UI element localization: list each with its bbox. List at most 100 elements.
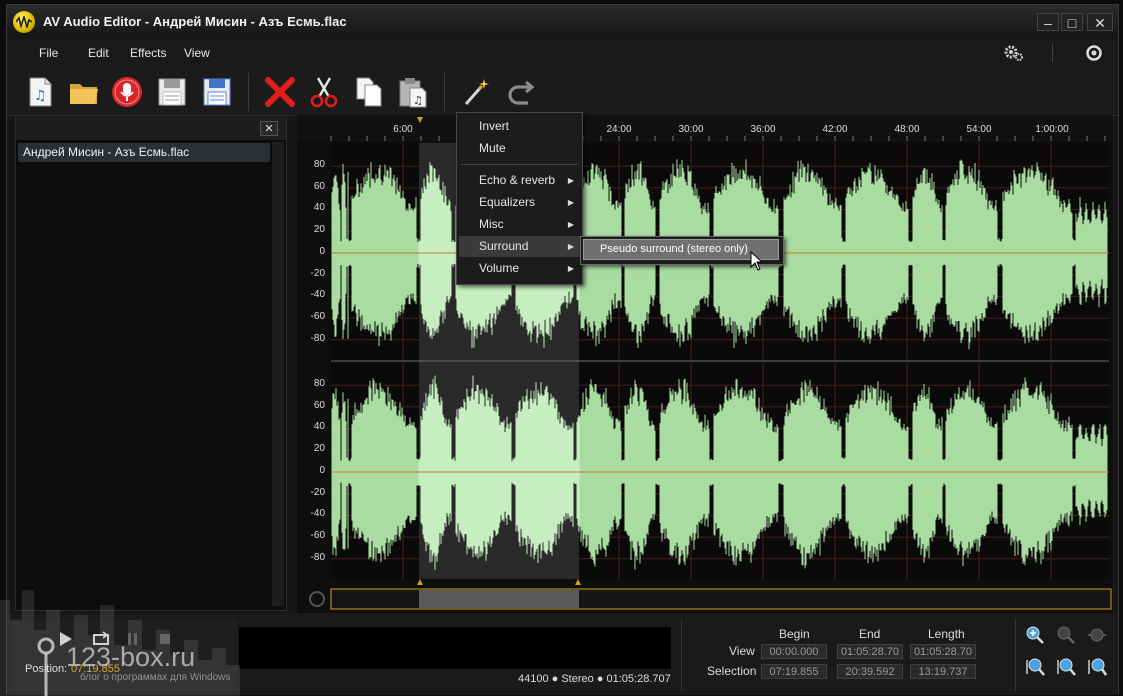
selection-start-marker (417, 117, 423, 123)
context-menu-item-label: Surround (479, 239, 529, 253)
context-menu-item-echo-reverb[interactable]: Echo & reverb ▶ (459, 170, 580, 191)
watermark-text: 123-box.ru (66, 642, 196, 672)
amplitude-label: 60 (313, 399, 325, 411)
open-folder-icon[interactable] (67, 75, 101, 109)
length-header: Length (928, 627, 965, 641)
file-list-scrollbar[interactable] (272, 142, 284, 606)
context-menu-item-label: Mute (479, 141, 506, 155)
overview-selection (419, 590, 579, 608)
amplitude-label: 0 (319, 245, 325, 257)
amplitude-label: 20 (313, 224, 325, 236)
amplitude-label: 80 (313, 378, 325, 389)
minimize-button[interactable]: – (1037, 13, 1059, 31)
cut-scissors-icon[interactable] (307, 75, 341, 109)
timeline-tick-label: 30:00 (678, 124, 704, 135)
menu-divider (1052, 44, 1053, 62)
context-menu-item-mute[interactable]: Mute (459, 138, 580, 159)
amplitude-label: -20 (310, 267, 325, 279)
waveform-canvas[interactable] (297, 115, 1112, 613)
level-meter-display (239, 627, 671, 669)
file-list-item[interactable]: Андрей Мисин - Азъ Есмь.flac (18, 143, 270, 162)
amplitude-label: 80 (313, 159, 325, 170)
timeline-tick-label: 36:00 (750, 124, 776, 135)
selection-end-field[interactable]: 20:39.592 (837, 664, 903, 679)
menu-bar: File Edit Effects View (7, 39, 1118, 67)
file-list-panel: ✕ Андрей Мисин - Азъ Есмь.flac (15, 115, 287, 611)
amplitude-label: 40 (313, 421, 325, 433)
record-microphone-icon[interactable] (110, 75, 144, 109)
toolbar-separator (444, 73, 445, 111)
amplitude-label: -60 (310, 529, 325, 541)
context-menu-item-label: Invert (479, 119, 510, 133)
context-menu-item-label: Equalizers (479, 195, 536, 209)
amplitude-label: 60 (313, 180, 325, 192)
timeline-tick-label: 54:00 (966, 124, 992, 135)
context-menu-item-surround[interactable]: Surround ▶ (459, 236, 580, 257)
amplitude-label: -20 (310, 486, 325, 498)
overview-target-icon (309, 591, 325, 607)
save-as-icon[interactable] (200, 75, 234, 109)
timeline-tick-label: 6:00 (393, 124, 413, 135)
context-menu-item-label: Echo & reverb (479, 173, 556, 187)
menu-file[interactable]: File (39, 46, 58, 60)
copy-icon[interactable] (352, 75, 386, 109)
file-list-header: ✕ (16, 116, 286, 140)
zoom-vertical-out-icon[interactable] (1087, 657, 1107, 677)
status-divider (681, 619, 682, 691)
amplitude-label: -40 (310, 289, 325, 301)
zoom-fit-icon[interactable] (1087, 625, 1107, 645)
mouse-cursor-icon (750, 251, 764, 271)
context-menu-item-misc[interactable]: Misc ▶ (459, 214, 580, 235)
zoom-out-icon[interactable] (1056, 625, 1076, 645)
amplitude-label: -60 (310, 310, 325, 322)
amplitude-label: -80 (310, 332, 325, 344)
submenu-arrow-icon: ▶ (567, 176, 574, 185)
view-length-field[interactable]: 01:05:28.70 (910, 644, 976, 659)
title-bar: AV Audio Editor - Андрей Мисин - Азъ Есм… (7, 5, 1118, 39)
menu-view[interactable]: View (184, 46, 210, 60)
settings-gear-icon[interactable] (1003, 44, 1025, 62)
paste-icon[interactable]: ♫ (396, 75, 430, 109)
view-end-field[interactable]: 01:05:28.70 (837, 644, 903, 659)
zoom-in-icon[interactable] (1025, 625, 1045, 645)
timeline-tick-label: 42:00 (822, 124, 848, 135)
effects-context-menu: Invert Mute Echo & reverb ▶ Equalizers ▶ Misc ▶… (456, 112, 583, 285)
save-disk-icon[interactable] (155, 75, 189, 109)
context-menu-item-label: Misc (479, 217, 504, 231)
context-menu-item-volume[interactable]: Volume ▶ (459, 258, 580, 279)
undo-arrow-icon[interactable] (504, 75, 538, 109)
menu-edit[interactable]: Edit (88, 46, 109, 60)
maximize-button[interactable]: □ (1061, 13, 1083, 31)
selection-start-marker (417, 579, 423, 585)
menu-separator (461, 164, 578, 165)
context-menu-item-label: Volume (479, 261, 520, 275)
help-lifebuoy-icon[interactable] (1086, 45, 1102, 61)
view-begin-field[interactable]: 00:00.000 (761, 644, 827, 659)
audio-format-info: 44100 ● Stereo ● 01:05:28.707 (518, 673, 671, 685)
waveform-area[interactable]: 6:0012:0018:0024:0030:0036:0042:0048:005… (297, 115, 1112, 613)
submenu-arrow-icon: ▶ (567, 264, 574, 273)
submenu-arrow-icon: ▶ (567, 220, 574, 229)
toolbar: ♫ ♫ (7, 67, 1118, 116)
view-row-label: View (729, 644, 755, 658)
close-window-button[interactable]: ✕ (1087, 13, 1113, 31)
amplitude-label: 0 (319, 464, 325, 476)
close-panel-button[interactable]: ✕ (260, 121, 278, 136)
context-menu-item-equalizers[interactable]: Equalizers ▶ (459, 192, 580, 213)
zoom-vertical-in-icon[interactable] (1056, 657, 1076, 677)
zoom-selection-icon[interactable] (1025, 657, 1045, 677)
selection-begin-field[interactable]: 07:19.855 (761, 664, 827, 679)
amplitude-label: 40 (313, 202, 325, 214)
selection-length-field[interactable]: 13:19.737 (910, 664, 976, 679)
app-logo-icon (13, 11, 35, 33)
delete-x-icon[interactable] (263, 75, 297, 109)
status-divider (1015, 619, 1016, 691)
submenu-arrow-icon: ▶ (567, 198, 574, 207)
amplitude-label: -40 (310, 508, 325, 520)
effects-magic-wand-icon[interactable] (459, 75, 493, 109)
new-file-icon[interactable]: ♫ (23, 75, 57, 109)
context-menu-item-invert[interactable]: Invert (459, 116, 580, 137)
menu-effects[interactable]: Effects (130, 46, 166, 60)
toolbar-separator (248, 73, 249, 111)
end-header: End (859, 627, 881, 641)
